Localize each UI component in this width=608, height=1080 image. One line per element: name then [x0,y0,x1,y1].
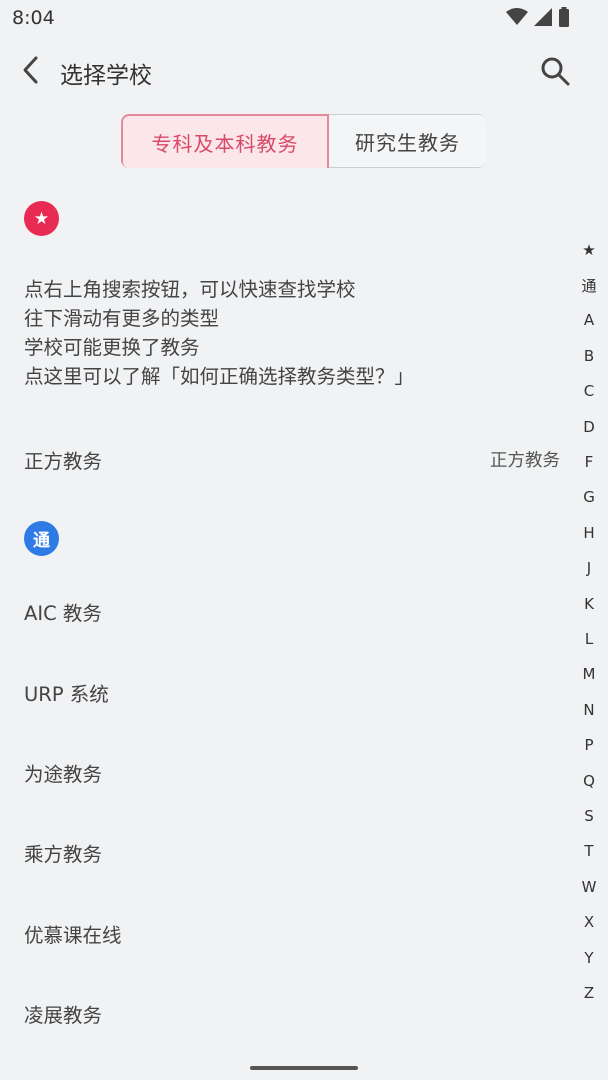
index-item[interactable]: Y [584,940,593,975]
home-indicator[interactable] [250,1066,358,1070]
tips-block[interactable]: 点右上角搜索按钮，可以快速查找学校 往下滑动有更多的类型 学校可能更换了教务 点… [24,275,414,391]
list-item-zhengfang-subtitle: 正方教务 [490,451,560,471]
back-button[interactable] [14,52,50,88]
index-item[interactable]: W [582,869,597,904]
index-item[interactable]: M [583,657,596,692]
list-item[interactable]: AIC 教务 [24,597,102,626]
index-item[interactable]: P [584,727,593,762]
chevron-left-icon [23,56,38,84]
list-item[interactable]: 凌展教务 [24,999,102,1028]
index-item[interactable]: N [583,692,594,727]
index-item[interactable]: D [583,409,595,444]
index-item[interactable]: Q [583,763,595,798]
page-title: 选择学校 [60,63,152,89]
tip-link[interactable]: 点这里可以了解「如何正确选择教务类型？」 [24,362,414,391]
search-button[interactable] [538,54,572,88]
list-item[interactable]: 优慕课在线 [24,919,122,948]
tip-line: 点右上角搜索按钮，可以快速查找学校 [24,278,356,301]
app-bar: 选择学校 [0,40,608,102]
index-item[interactable]: C [584,374,594,409]
index-item[interactable]: L [585,621,593,656]
index-item[interactable]: F [585,444,594,479]
list-item-zhengfang[interactable]: 正方教务 [24,445,102,474]
tip-line: 学校可能更换了教务 [24,336,200,359]
index-item[interactable]: B [584,338,594,373]
tab-undergraduate[interactable]: 专科及本科教务 [121,114,329,168]
alphabet-index-bar[interactable]: ★ 通 A B C D F G H J K L M N P Q S T W X … [578,232,600,1011]
status-icons [506,7,570,27]
index-item[interactable]: ★ [582,232,595,267]
index-item[interactable]: Z [584,975,594,1010]
cellular-signal-icon [534,8,552,26]
list-item[interactable]: 乘方教务 [24,838,102,867]
tong-section-badge: 通 [24,521,59,556]
search-icon [541,57,570,86]
index-item[interactable]: G [583,480,595,515]
index-item[interactable]: 通 [581,267,596,302]
list-item[interactable]: 为途教务 [24,758,102,787]
index-item[interactable]: X [584,904,594,939]
index-item[interactable]: H [583,515,594,550]
index-item[interactable]: A [584,303,594,338]
tip-line: 往下滑动有更多的类型 [24,307,220,330]
segmented-tabs: 专科及本科教务 研究生教务 [121,114,486,168]
tab-graduate[interactable]: 研究生教务 [329,114,486,168]
index-item[interactable]: T [584,834,593,869]
star-section-badge: ★ [24,201,59,236]
status-time: 8:04 [12,7,55,29]
index-item[interactable]: K [584,586,594,621]
status-bar: 8:04 [0,0,608,38]
battery-icon [559,7,569,27]
wifi-icon [506,8,528,25]
list-item[interactable]: URP 系统 [24,678,109,707]
index-item[interactable]: J [587,551,591,586]
index-item[interactable]: S [584,798,594,833]
